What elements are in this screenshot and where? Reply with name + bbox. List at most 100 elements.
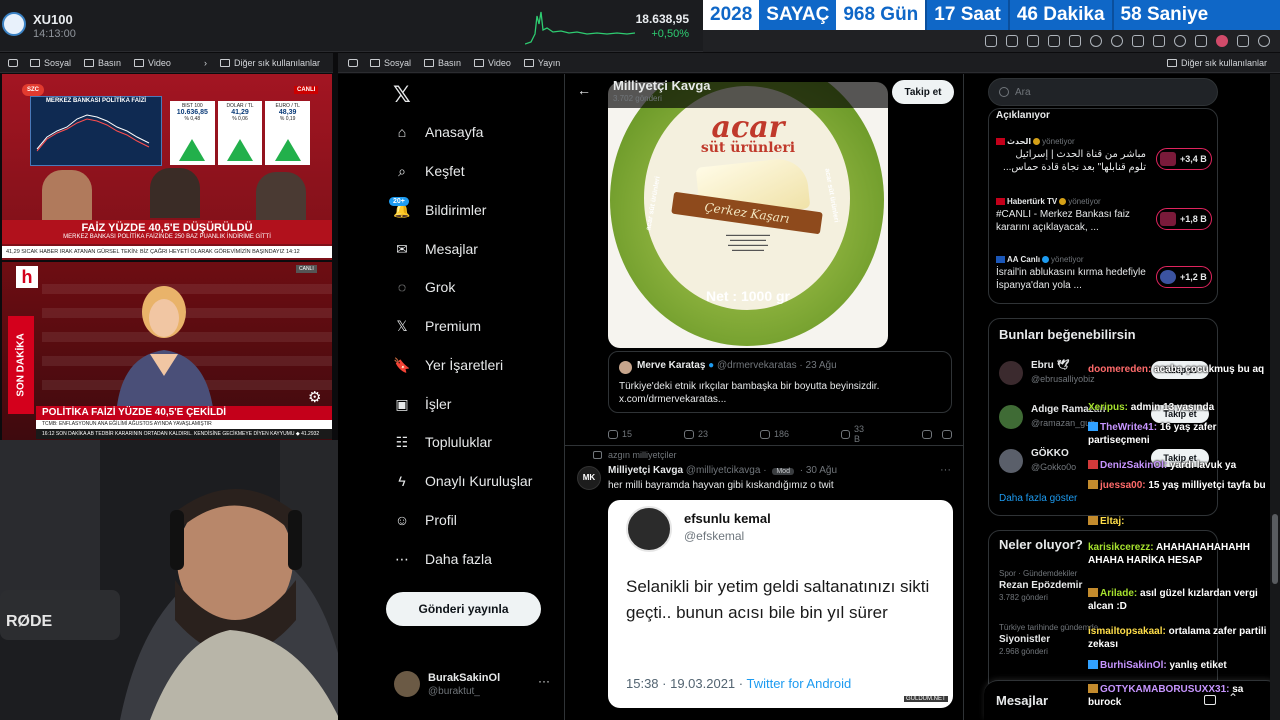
views-button[interactable]: 33 B bbox=[841, 424, 870, 444]
embedded-date-text: 15:38 · 19.03.2021 · bbox=[626, 676, 747, 691]
read-aloud-icon[interactable] bbox=[1006, 35, 1018, 47]
panelist bbox=[256, 172, 306, 222]
apps-icon[interactable] bbox=[348, 58, 358, 67]
live-listeners-pill[interactable]: +3,4 B bbox=[1156, 148, 1212, 170]
other-favorites-folder[interactable]: Diğer sık kullanılanlar bbox=[219, 58, 320, 68]
breaking-news-label: SON DAKİKA bbox=[15, 333, 27, 397]
nav-item-11[interactable]: ☺ Profil bbox=[393, 506, 457, 534]
other-favorites-folder[interactable]: Diğer sık kullanılanlar bbox=[1166, 57, 1267, 68]
nav-item-label: Anasayfa bbox=[425, 124, 484, 140]
scrollbar-thumb[interactable] bbox=[1272, 514, 1278, 584]
tab-actions-icon[interactable] bbox=[985, 35, 997, 47]
follow-button[interactable]: Takip et bbox=[892, 80, 954, 104]
collections-icon[interactable] bbox=[1195, 35, 1207, 47]
post-image-tweet-screenshot[interactable]: efsunlu kemal @efskemal Selanikli bir ye… bbox=[608, 500, 953, 708]
search-input[interactable]: Ara bbox=[988, 78, 1218, 106]
bookmark-label: Diğer sık kullanılanlar bbox=[1180, 57, 1267, 68]
quoted-tweet[interactable]: Merve Karataş ● @drmervekaratas · 23 Ağu… bbox=[608, 351, 952, 413]
live-listeners-pill[interactable]: +1,8 B bbox=[1156, 208, 1212, 230]
suggestion-name: GÖKKO bbox=[1031, 448, 1069, 459]
tile-value: 48,39 bbox=[278, 109, 297, 116]
chat-username: Eltaj: bbox=[1100, 516, 1125, 527]
tv-stream-haberturk: h CANLI SON DAKİKA POLİTİKA FAİZİ YÜZDE … bbox=[2, 262, 332, 440]
bookmark-folder[interactable]: Video bbox=[134, 58, 171, 68]
nav-item-8[interactable]: ▣ İşler bbox=[393, 390, 451, 418]
copilot-icon[interactable] bbox=[1258, 35, 1270, 47]
avatar[interactable]: MK bbox=[577, 466, 601, 490]
tweet[interactable]: azgın milliyetçiler MK Milliyetçi Kavga … bbox=[565, 446, 963, 720]
more-options-icon[interactable]: ··· bbox=[940, 464, 951, 476]
live-count: +1,8 B bbox=[1180, 214, 1207, 224]
tile-change: % 0,19 bbox=[279, 116, 296, 122]
nav-item-4[interactable]: ✉ Mesajlar bbox=[393, 235, 478, 263]
account-switcher[interactable]: BurakSakinOl @buraktut_ ··· bbox=[394, 668, 559, 704]
live-item[interactable]: الحدث yönetiyor مباشر من قناة الحدث | إسر… bbox=[996, 137, 1216, 174]
gear-icon[interactable]: ⚙ bbox=[308, 388, 326, 406]
extension-icon[interactable] bbox=[1069, 35, 1081, 47]
apps-icon[interactable] bbox=[8, 58, 18, 67]
verified-badge-icon bbox=[1033, 138, 1041, 145]
nav-item-9[interactable]: ☷ Topluluklar bbox=[393, 428, 492, 456]
live-item[interactable]: AA Canlı yönetiyor İsrail'in ablukasını k… bbox=[996, 255, 1216, 292]
settings-menu-icon[interactable] bbox=[1237, 35, 1249, 47]
live-listeners-pill[interactable]: +1,2 B bbox=[1156, 266, 1212, 288]
heart-icon bbox=[760, 429, 771, 439]
tv-stream-szc: MERKEZ BANKASI POLİTİKA FAİZİ BIST 100 10… bbox=[2, 74, 332, 260]
bookmark-folder[interactable]: Basın bbox=[84, 58, 121, 68]
like-button[interactable]: 186 bbox=[760, 429, 789, 439]
nav-item-3[interactable]: 🔔 Bildirimler 20+ bbox=[389, 196, 486, 224]
back-arrow-icon[interactable]: ← bbox=[577, 82, 591, 98]
nav-item-6[interactable]: 𝕏 Premium bbox=[393, 312, 481, 340]
bookmark-folder[interactable]: Yayın bbox=[523, 58, 560, 68]
channel-icon bbox=[996, 198, 1005, 205]
bookmark-folder[interactable]: Basın bbox=[424, 58, 461, 68]
show-more-link[interactable]: Daha fazla göster bbox=[999, 493, 1077, 504]
nav-item-10[interactable]: ϟ Onaylı Kuruluşlar bbox=[393, 467, 532, 495]
post-button[interactable]: Gönderi yayınla bbox=[386, 592, 541, 626]
bookmark-button[interactable] bbox=[922, 429, 932, 439]
chat-message: ismailtopsakaal: ortalama zafer partili … bbox=[1088, 625, 1268, 651]
tweet-date[interactable]: 30 Ağu bbox=[806, 465, 837, 476]
browser-essentials-icon[interactable] bbox=[1174, 35, 1186, 47]
nav-item-label: Daha fazla bbox=[425, 551, 492, 567]
nav-item-7[interactable]: 🔖 Yer İşaretleri bbox=[393, 351, 503, 379]
chevron-right-icon[interactable]: › bbox=[204, 58, 207, 68]
live-thumbnail bbox=[1160, 270, 1176, 284]
share-button[interactable] bbox=[942, 429, 952, 439]
bookmark-label: Video bbox=[148, 57, 171, 68]
refresh-icon[interactable] bbox=[1111, 35, 1123, 47]
live-item[interactable]: Habertürk TV yönetiyor #CANLI - Merkez Ba… bbox=[996, 197, 1216, 234]
home-icon: ⌂ bbox=[397, 124, 407, 140]
x-logo-icon[interactable]: 𝕏 bbox=[393, 82, 411, 108]
post-image-cheese-label[interactable]: acar süt ürünleri Çerkez Kaşarı ▬▬▬▬▬▬▬▬… bbox=[608, 82, 888, 348]
views-icon bbox=[841, 429, 850, 439]
more-options-icon[interactable]: ··· bbox=[538, 674, 550, 688]
post-count: 3.702 gönderi bbox=[613, 94, 662, 103]
profile-avatar-icon[interactable] bbox=[1216, 35, 1228, 47]
split-screen-icon[interactable] bbox=[1132, 35, 1144, 47]
author-name[interactable]: Milliyetçi Kavga bbox=[608, 465, 683, 476]
quoted-tweet-meta: Merve Karataş ● @drmervekaratas · 23 Ağu bbox=[637, 360, 837, 371]
nav-item-5[interactable]: ◌ Grok bbox=[393, 273, 456, 301]
bookmark-folder[interactable]: Sosyal bbox=[370, 58, 411, 68]
nav-item-12[interactable]: ⋯ Daha fazla bbox=[393, 545, 492, 573]
nav-item-2[interactable]: ⌕ Keşfet bbox=[393, 157, 465, 185]
shield-icon[interactable] bbox=[1090, 35, 1102, 47]
page-scrollbar[interactable] bbox=[1270, 74, 1280, 720]
countdown-label: SAYAÇ bbox=[766, 4, 830, 25]
live-item[interactable]: Açıklanıyor bbox=[996, 109, 1216, 122]
nav-item-1[interactable]: ⌂ Anasayfa bbox=[393, 118, 484, 146]
stream-chat-overlay: doomereden: acaba çocukmuş bu aq Xeripus:… bbox=[1088, 363, 1268, 713]
bookmark-folder[interactable]: Sosyal bbox=[30, 58, 71, 68]
favorite-star-icon[interactable] bbox=[1027, 35, 1039, 47]
folder-icon bbox=[474, 58, 485, 67]
panelists bbox=[32, 166, 312, 222]
extension-icon[interactable] bbox=[1048, 35, 1060, 47]
folder-icon bbox=[30, 58, 40, 67]
favorites-icon[interactable] bbox=[1153, 35, 1165, 47]
chat-badge-icon bbox=[1088, 660, 1098, 669]
reply-button[interactable]: 15 bbox=[608, 429, 632, 439]
bookmark-folder[interactable]: Video bbox=[474, 58, 511, 68]
sparkline-chart bbox=[525, 11, 635, 45]
repost-button[interactable]: 23 bbox=[684, 429, 708, 439]
